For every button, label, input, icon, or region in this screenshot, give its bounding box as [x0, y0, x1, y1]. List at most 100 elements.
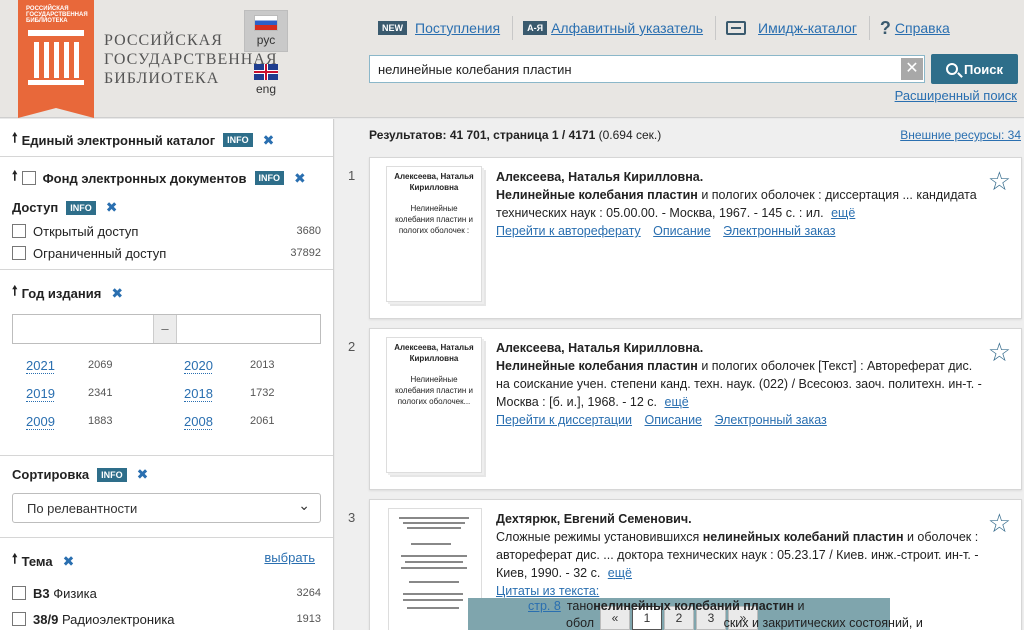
access-option-count: 3680 — [296, 225, 321, 237]
result-bib: Нелинейные колебания пластин и пологих о… — [496, 357, 986, 411]
year-count: 1732 — [250, 387, 275, 399]
access-option-count: 37892 — [290, 247, 321, 259]
info-badge[interactable]: INFO — [254, 171, 284, 185]
lang-ru-button[interactable]: рус — [244, 10, 288, 52]
sort-selected-value: По релевантности — [27, 500, 138, 516]
favorite-star-icon[interactable]: ☆ — [988, 510, 1011, 536]
arrow-up-icon[interactable]: 🠕 — [12, 550, 18, 572]
year-link[interactable]: 2019 — [26, 386, 55, 402]
result-description: Дехтярюк, Евгений Семенович. Сложные реж… — [496, 510, 986, 600]
edoc-fund-section: 🠕 Фонд электронных документов INFO ✖ Дос… — [0, 157, 333, 270]
arrow-up-icon[interactable]: 🠕 — [12, 282, 18, 304]
search-button[interactable]: Поиск — [931, 54, 1018, 84]
theme-count: 1913 — [296, 613, 321, 625]
access-open-checkbox[interactable] — [12, 224, 26, 238]
citation-text: и — [794, 599, 805, 613]
new-badge: NEW — [378, 21, 407, 35]
info-badge[interactable]: INFO — [97, 467, 127, 482]
result-thumbnail[interactable]: Алексеева, Наталья Кирилловна Нелинейные… — [386, 337, 482, 473]
az-badge: А-Я — [523, 21, 548, 35]
edoc-fund-checkbox[interactable] — [21, 171, 36, 185]
theme-code: В3 — [33, 585, 50, 601]
access-option-restricted[interactable]: Ограниченный доступ 37892 — [12, 242, 321, 264]
more-link[interactable]: ещё — [831, 206, 855, 220]
result-title-highlight: Нелинейные колебания пластин — [496, 359, 698, 373]
nav-arrivals[interactable]: NEW Поступления — [378, 16, 514, 40]
year-count: 2061 — [250, 415, 275, 427]
remove-filter-icon[interactable]: ✖ — [137, 466, 149, 483]
info-badge[interactable]: INFO — [66, 200, 96, 215]
lang-en-button[interactable]: eng — [244, 60, 288, 100]
dissertation-link[interactable]: Перейти к диссертации — [496, 413, 632, 427]
result-card: 2 Алексеева, Наталья Кирилловна Нелинейн… — [348, 328, 1022, 490]
result-bib: Нелинейные колебания пластин и пологих о… — [496, 186, 986, 222]
theme-option[interactable]: В3 Физика 3264 — [12, 580, 321, 606]
theme-code: 38/9 — [33, 611, 59, 627]
nav-image-catalog-link[interactable]: Имидж-каталог — [758, 20, 857, 36]
access-option-label: Открытый доступ — [33, 223, 139, 239]
remove-filter-icon[interactable]: ✖ — [106, 199, 118, 216]
nav-help-link[interactable]: Справка — [895, 20, 950, 36]
remove-filter-icon[interactable]: ✖ — [263, 132, 275, 149]
access-restricted-checkbox[interactable] — [12, 246, 26, 260]
theme-checkbox[interactable] — [12, 586, 26, 600]
access-option-open[interactable]: Открытый доступ 3680 — [12, 220, 321, 242]
electronic-order-link[interactable]: Электронный заказ — [723, 224, 835, 238]
remove-filter-icon[interactable]: ✖ — [111, 285, 123, 302]
uk-flag-icon — [254, 64, 278, 80]
pagination: стр. 8 танонелинейных колебаний пластин и… — [468, 598, 923, 630]
year-from-input[interactable] — [13, 315, 153, 343]
logo-base-shape — [28, 80, 84, 85]
description-link[interactable]: Описание — [645, 413, 703, 427]
advanced-search-link[interactable]: Расширенный поиск — [895, 88, 1017, 103]
year-count: 1883 — [88, 415, 113, 427]
nav-alphabet-index[interactable]: А-Я Алфавитный указатель — [523, 16, 717, 40]
nav-alphabet-index-link[interactable]: Алфавитный указатель — [551, 20, 703, 36]
remove-filter-icon[interactable]: ✖ — [294, 170, 306, 187]
year-link[interactable]: 2008 — [184, 414, 213, 430]
logo-text-line: БИБЛИОТЕКА — [104, 70, 220, 87]
result-thumbnail[interactable]: Алексеева, Наталья Кирилловна Нелинейные… — [386, 166, 482, 302]
results-time: (0.694 сек.) — [598, 128, 662, 142]
help-icon: ? — [879, 17, 891, 38]
sort-select[interactable]: По релевантности ⌄ — [12, 493, 321, 523]
year-link[interactable]: 2021 — [26, 358, 55, 374]
citation-page-link[interactable]: стр. 8 — [528, 599, 561, 613]
logo-text[interactable]: РОССИЙСКАЯ ГОСУДАРСТВЕННАЯ БИБЛИОТЕКА — [104, 31, 278, 88]
result-author: Алексеева, Наталья Кирилловна. — [496, 170, 704, 184]
citations-link[interactable]: Цитаты из текста: — [496, 584, 599, 598]
result-number: 3 — [348, 510, 356, 525]
year-link[interactable]: 2018 — [184, 386, 213, 402]
description-link[interactable]: Описание — [653, 224, 711, 238]
info-badge[interactable]: INFO — [223, 133, 253, 147]
theme-option[interactable]: 38/9 Радиоэлектроника 1913 — [12, 606, 321, 630]
nav-help[interactable]: ? Справка — [880, 16, 962, 40]
logo-text-line: ГОСУДАРСТВЕННАЯ — [104, 51, 278, 68]
nav-arrivals-link[interactable]: Поступления — [415, 20, 500, 36]
theme-checkbox[interactable] — [12, 612, 26, 626]
clear-search-button[interactable]: ✕ — [901, 58, 923, 80]
search-input[interactable] — [370, 56, 890, 82]
header: РОССИЙСКАЯ ГОСУДАРСТВЕННАЯ БИБЛИОТЕКА РО… — [0, 0, 1024, 118]
abstract-link[interactable]: Перейти к автореферату — [496, 224, 641, 238]
external-resources-link[interactable]: Внешние ресурсы: 34 — [900, 128, 1021, 142]
year-link[interactable]: 2020 — [184, 358, 213, 374]
rsl-logo-badge[interactable]: РОССИЙСКАЯ ГОСУДАРСТВЕННАЯ БИБЛИОТЕКА — [18, 0, 94, 118]
remove-filter-icon[interactable]: ✖ — [63, 553, 75, 570]
favorite-star-icon[interactable]: ☆ — [988, 168, 1011, 194]
result-links: Перейти к диссертации Описание Электронн… — [496, 411, 986, 429]
year-count: 2013 — [250, 359, 275, 371]
year-link[interactable]: 2009 — [26, 414, 55, 430]
nav-image-catalog[interactable]: Имидж-каталог — [726, 16, 870, 40]
year-range-dash: – — [153, 315, 177, 343]
more-link[interactable]: ещё — [608, 566, 632, 580]
thumb-title: Нелинейные колебания пластин и пологих о… — [395, 204, 473, 235]
year-to-input[interactable] — [177, 315, 317, 343]
russia-flag-icon — [254, 15, 278, 31]
favorite-star-icon[interactable]: ☆ — [988, 339, 1011, 365]
arrow-up-icon[interactable]: 🠕 — [12, 129, 18, 151]
theme-choose-link[interactable]: выбрать — [264, 550, 315, 565]
electronic-order-link[interactable]: Электронный заказ — [715, 413, 827, 427]
more-link[interactable]: ещё — [665, 395, 689, 409]
arrow-up-icon[interactable]: 🠕 — [12, 167, 18, 189]
